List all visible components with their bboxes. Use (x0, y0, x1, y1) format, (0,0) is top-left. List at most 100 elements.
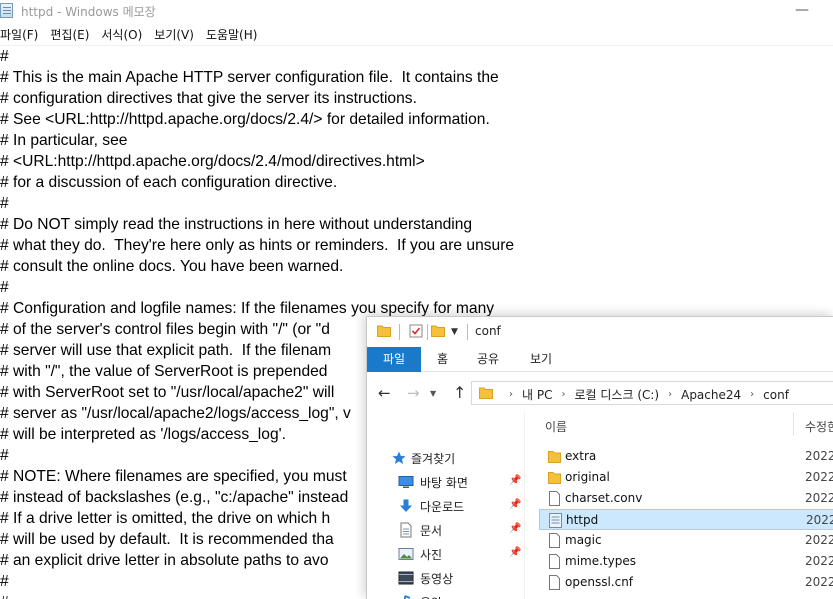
column-modified-header[interactable]: 수정한 (805, 418, 833, 435)
editor-line: # what they do. They're here only as hin… (0, 237, 515, 254)
quick-access-dropdown-icon[interactable]: ▼ (451, 327, 458, 337)
menu-help[interactable]: 도움말(H) (206, 24, 258, 44)
explorer-titlebar[interactable]: ▼ conf (367, 317, 833, 347)
folder-icon[interactable] (377, 324, 391, 338)
pin-icon[interactable]: 📌 (509, 499, 521, 510)
editor-line: # <URL:http://httpd.apache.org/docs/2.4/… (0, 153, 425, 170)
file-icon (549, 533, 560, 548)
file-icon (549, 491, 560, 506)
folder-icon (548, 451, 561, 463)
breadcrumb-this-pc[interactable]: 내 PC (522, 386, 552, 403)
breadcrumb-local-disk[interactable]: 로컬 디스크 (C:) (574, 386, 659, 403)
forward-arrow-icon[interactable]: → (407, 384, 420, 402)
editor-line: # (0, 279, 9, 296)
toolbar-separator (467, 324, 468, 340)
file-name: httpd (566, 513, 599, 527)
nav-item-favorites[interactable]: 즐겨찾기 (367, 446, 525, 470)
video-icon (398, 571, 414, 585)
editor-line: # (0, 195, 9, 212)
editor-line: # configuration directives that give the… (0, 90, 417, 107)
file-name: openssl.cnf (565, 575, 634, 589)
menu-file[interactable]: 파일(F) (0, 24, 38, 44)
minimize-button[interactable]: — (790, 0, 814, 22)
properties-icon[interactable] (409, 324, 423, 338)
chevron-right-icon[interactable]: › (750, 389, 754, 400)
nav-item-label: 문서 (420, 524, 443, 538)
ribbon-tabs: 파일 홈 공유 보기 (367, 347, 833, 372)
column-divider[interactable] (793, 412, 794, 436)
new-folder-icon[interactable] (431, 324, 445, 338)
star-icon (392, 451, 406, 464)
menu-bar: 파일(F) 편집(E) 서식(O) 보기(V) 도움말(H) (0, 24, 269, 44)
chevron-down-icon[interactable]: ▼ (430, 389, 436, 398)
pin-icon[interactable]: 📌 (509, 547, 521, 558)
nav-item-label: 즐겨찾기 (411, 452, 456, 466)
music-icon (404, 595, 411, 599)
notepad-file-icon (549, 513, 562, 528)
nav-item-pictures[interactable]: 사진 📌 (367, 542, 525, 566)
file-name: original (565, 470, 610, 484)
file-date: 2022 (805, 554, 833, 568)
menu-format[interactable]: 서식(O) (101, 24, 142, 44)
file-row-magic[interactable]: magic 2022 (539, 530, 833, 551)
nav-item-documents[interactable]: 문서 📌 (367, 518, 525, 542)
file-row-extra[interactable]: extra 2022 (539, 446, 833, 467)
tab-file[interactable]: 파일 (367, 347, 421, 372)
nav-item-label: 바탕 화면 (420, 476, 468, 490)
file-row-httpd[interactable]: httpd 2022 (539, 509, 833, 530)
tab-home[interactable]: 홈 (437, 347, 448, 372)
editor-line: # See <URL:http://httpd.apache.org/docs/… (0, 111, 490, 128)
breadcrumb: › 내 PC › 로컬 디스크 (C:) › Apache24 › conf (500, 386, 789, 403)
file-row-original[interactable]: original 2022 (539, 467, 833, 488)
file-row-charset-conv[interactable]: charset.conv 2022 (539, 488, 833, 509)
window-title: httpd - Windows 메모장 (21, 5, 156, 19)
nav-item-label: 음악 (420, 594, 442, 599)
tab-view[interactable]: 보기 (530, 347, 552, 372)
editor-line: # In particular, see (0, 132, 128, 149)
editor-line: # (0, 48, 9, 65)
file-date: 2022 (805, 575, 833, 589)
menu-view[interactable]: 보기(V) (154, 24, 194, 44)
chevron-right-icon[interactable]: › (561, 389, 565, 400)
pin-icon[interactable]: 📌 (509, 523, 521, 534)
file-icon (549, 575, 560, 590)
toolbar-separator (427, 324, 428, 340)
file-icon (549, 554, 560, 569)
file-name: mime.types (565, 554, 636, 568)
desktop-icon (398, 476, 414, 488)
file-name: extra (565, 449, 597, 463)
file-list: 이름 수정한 extra 2022 original 2022 charset.… (539, 412, 833, 599)
nav-item-videos[interactable]: 동영상 (367, 566, 525, 590)
download-icon (400, 499, 412, 512)
breadcrumb-conf[interactable]: conf (763, 388, 789, 402)
pin-icon[interactable]: 📌 (509, 475, 521, 486)
notepad-titlebar[interactable]: httpd - Windows 메모장 — (0, 0, 833, 22)
address-bar-area: ← → ▼ ↑ › 내 PC › 로컬 디스크 (C:) › Apache24 … (367, 377, 833, 409)
folder-icon (479, 387, 493, 399)
navigation-pane: 즐겨찾기 바탕 화면 📌 다운로드 📌 문서 📌 사진 📌 동영상 (367, 412, 525, 599)
menu-edit[interactable]: 편집(E) (50, 24, 89, 44)
editor-line: # This is the main Apache HTTP server co… (0, 69, 499, 86)
notepad-app-icon (0, 3, 13, 18)
up-arrow-icon[interactable]: ↑ (453, 383, 466, 402)
document-icon (400, 522, 412, 538)
column-name-header[interactable]: 이름 (545, 418, 567, 435)
nav-item-label: 동영상 (420, 572, 454, 586)
breadcrumb-apache24[interactable]: Apache24 (681, 388, 741, 402)
file-row-openssl-cnf[interactable]: openssl.cnf 2022 (539, 572, 833, 593)
nav-item-desktop[interactable]: 바탕 화면 📌 (367, 470, 525, 494)
file-row-mime-types[interactable]: mime.types 2022 (539, 551, 833, 572)
chevron-right-icon: › (509, 389, 513, 400)
chevron-right-icon[interactable]: › (668, 389, 672, 400)
nav-item-music[interactable]: 음악 (367, 590, 525, 599)
nav-item-label: 다운로드 (420, 500, 465, 514)
back-arrow-icon[interactable]: ← (378, 384, 391, 402)
file-date: 2022 (805, 470, 833, 484)
nav-item-downloads[interactable]: 다운로드 📌 (367, 494, 525, 518)
file-date: 2022 (806, 513, 833, 527)
address-bar[interactable]: › 내 PC › 로컬 디스크 (C:) › Apache24 › conf (471, 381, 833, 405)
file-date: 2022 (805, 491, 833, 505)
file-date: 2022 (805, 449, 833, 463)
tab-share[interactable]: 공유 (477, 347, 499, 372)
file-name: charset.conv (565, 491, 643, 505)
